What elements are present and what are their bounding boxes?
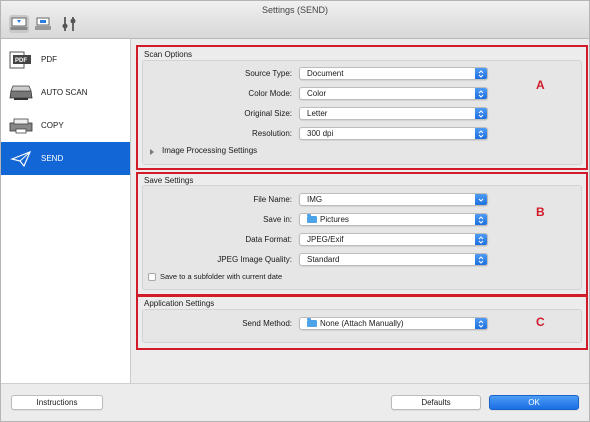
original-size-label: Original Size: bbox=[244, 109, 292, 118]
send-method-label: Send Method: bbox=[242, 319, 292, 328]
data-format-select[interactable]: JPEG/Exif bbox=[299, 233, 488, 246]
color-mode-select[interactable]: Color bbox=[299, 87, 488, 100]
sidebar-item-label: PDF bbox=[41, 55, 57, 64]
marker-a: A bbox=[536, 78, 545, 92]
jpeg-quality-select[interactable]: Standard bbox=[299, 253, 488, 266]
source-type-label: Source Type: bbox=[245, 69, 292, 78]
title-bar: Settings (SEND) bbox=[1, 1, 589, 39]
save-settings-title: Save Settings bbox=[144, 176, 194, 185]
instructions-button[interactable]: Instructions bbox=[11, 395, 103, 410]
marker-b: B bbox=[536, 205, 545, 219]
window-title: Settings (SEND) bbox=[261, 5, 329, 15]
send-method-select[interactable]: None (Attach Manually) bbox=[299, 317, 488, 330]
marker-c: C bbox=[536, 315, 545, 329]
sidebar: PDF PDF AUTO SCAN COPY SEND bbox=[1, 39, 131, 383]
footer-bar: Instructions Defaults OK bbox=[1, 383, 589, 421]
scan-from-operation-panel-icon[interactable] bbox=[33, 15, 53, 33]
sidebar-item-label: COPY bbox=[41, 121, 64, 130]
sidebar-item-copy[interactable]: COPY bbox=[1, 109, 130, 142]
chevron-updown-icon bbox=[475, 128, 487, 139]
original-size-select[interactable]: Letter bbox=[299, 107, 488, 120]
image-processing-settings-toggle[interactable]: Image Processing Settings bbox=[162, 146, 257, 155]
application-settings-title: Application Settings bbox=[144, 299, 215, 308]
sidebar-item-label: AUTO SCAN bbox=[41, 88, 88, 97]
disclosure-triangle-icon[interactable] bbox=[150, 149, 154, 155]
settings-content: Scan Options Source Type: Document Color… bbox=[132, 39, 589, 383]
subfolder-label[interactable]: Save to a subfolder with current date bbox=[160, 272, 282, 281]
file-name-label: File Name: bbox=[253, 195, 292, 204]
folder-icon bbox=[307, 318, 317, 327]
folder-icon bbox=[307, 214, 317, 223]
scanner-icon bbox=[7, 83, 35, 103]
send-icon bbox=[7, 149, 35, 169]
scan-from-computer-icon[interactable] bbox=[9, 15, 29, 33]
chevron-down-icon bbox=[475, 194, 487, 205]
chevron-updown-icon bbox=[475, 108, 487, 119]
sidebar-item-label: SEND bbox=[41, 154, 64, 163]
sidebar-item-send[interactable]: SEND bbox=[1, 142, 130, 175]
chevron-updown-icon bbox=[475, 214, 487, 225]
chevron-updown-icon bbox=[475, 318, 487, 329]
defaults-button[interactable]: Defaults bbox=[391, 395, 481, 410]
chevron-updown-icon bbox=[475, 88, 487, 99]
resolution-select[interactable]: 300 dpi bbox=[299, 127, 488, 140]
sidebar-item-pdf[interactable]: PDF PDF bbox=[1, 43, 130, 76]
file-name-combo[interactable]: IMG bbox=[299, 193, 488, 206]
color-mode-label: Color Mode: bbox=[248, 89, 292, 98]
save-in-select[interactable]: Pictures bbox=[299, 213, 488, 226]
chevron-updown-icon bbox=[475, 234, 487, 245]
chevron-updown-icon bbox=[475, 68, 487, 79]
save-in-label: Save in: bbox=[263, 215, 292, 224]
settings-window: Settings (SEND) PDF PDF AUTO SCAN COPY S… bbox=[0, 0, 590, 422]
subfolder-checkbox[interactable] bbox=[148, 273, 156, 281]
general-settings-icon[interactable] bbox=[59, 15, 79, 33]
sidebar-item-auto-scan[interactable]: AUTO SCAN bbox=[1, 76, 130, 109]
pdf-icon: PDF bbox=[7, 50, 35, 70]
copy-icon bbox=[7, 116, 35, 136]
svg-text:PDF: PDF bbox=[15, 58, 27, 64]
scan-options-title: Scan Options bbox=[144, 50, 193, 59]
source-type-select[interactable]: Document bbox=[299, 67, 488, 80]
data-format-label: Data Format: bbox=[245, 235, 292, 244]
jpeg-quality-label: JPEG Image Quality: bbox=[217, 255, 292, 264]
ok-button[interactable]: OK bbox=[489, 395, 579, 410]
chevron-updown-icon bbox=[475, 254, 487, 265]
resolution-label: Resolution: bbox=[251, 129, 292, 138]
